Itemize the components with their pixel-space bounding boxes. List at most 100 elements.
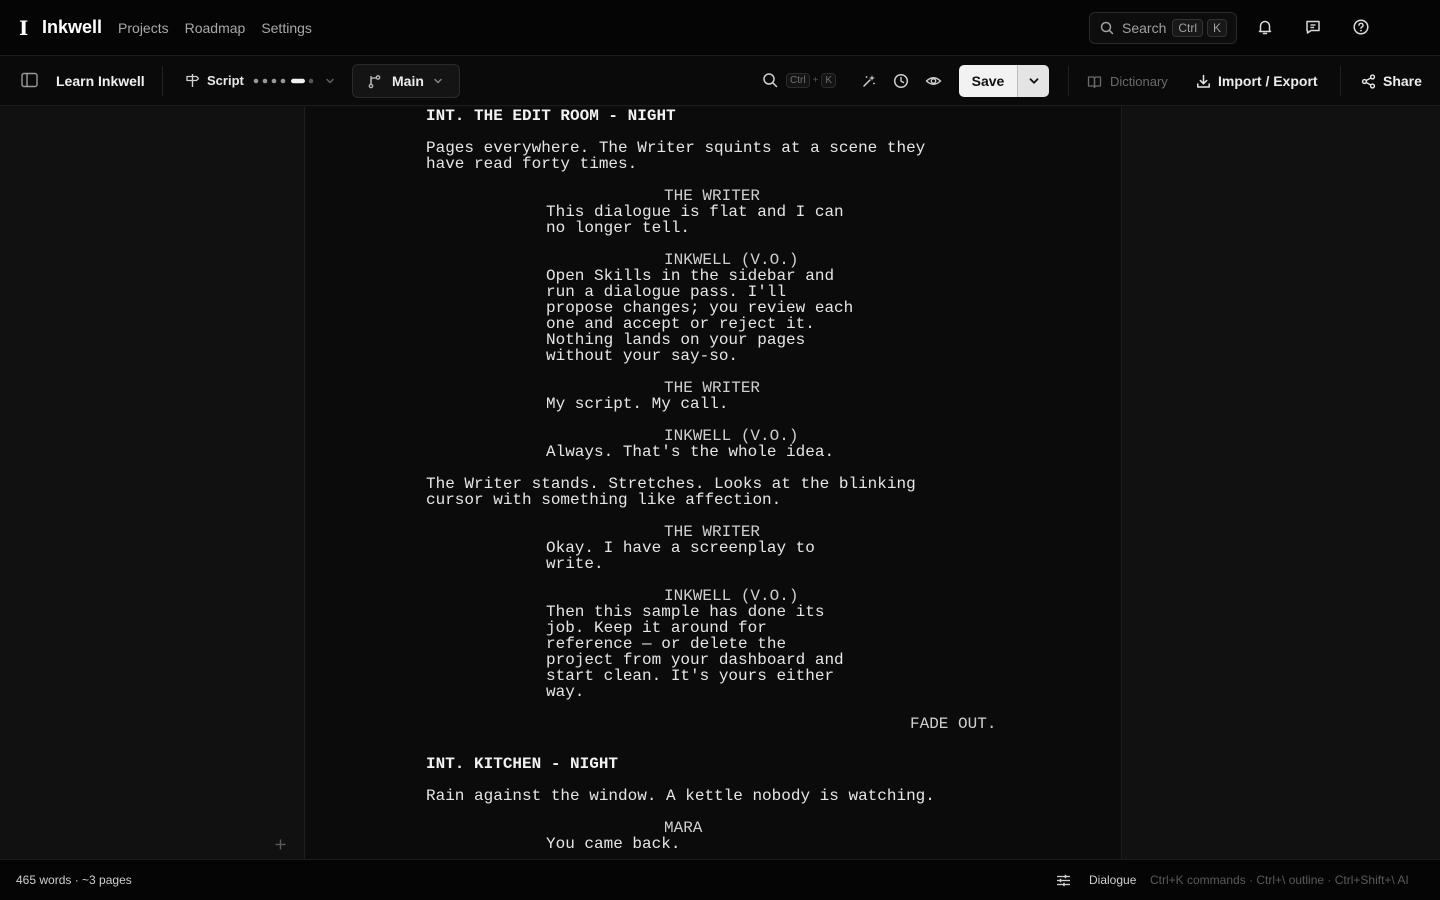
action-line[interactable]: Pages everywhere. The Writer squints at …	[426, 140, 966, 172]
find-button[interactable]: Ctrl + K	[762, 72, 837, 88]
scene-heading[interactable]: INT. KITCHEN - NIGHT	[426, 756, 1026, 772]
save-button[interactable]: Save	[959, 65, 1017, 97]
branch-selector[interactable]: Main	[352, 64, 460, 98]
app-logo[interactable]: I Inkwell	[19, 16, 102, 40]
add-element-button[interactable]	[274, 838, 287, 851]
scene-heading[interactable]: INT. THE EDIT ROOM - NIGHT	[426, 108, 1026, 124]
chevron-down-icon	[433, 76, 443, 86]
book-icon	[1087, 75, 1102, 89]
message-icon	[1304, 18, 1322, 36]
dialogue-line[interactable]: Okay. I have a screenplay to write.	[426, 540, 881, 572]
format-settings-button[interactable]	[1056, 874, 1071, 887]
editor-toolbar: Learn Inkwell Script Main Ctrl + K Save …	[0, 56, 1440, 106]
main-nav: Projects Roadmap Settings	[118, 20, 312, 36]
import-export-button[interactable]: Import / Export	[1196, 73, 1318, 89]
share-icon	[1361, 73, 1376, 89]
element-mode[interactable]: Dialogue	[1089, 873, 1136, 887]
import-export-label: Import / Export	[1218, 73, 1318, 89]
clock-icon	[893, 73, 909, 89]
dictionary-label: Dictionary	[1110, 74, 1168, 89]
character-cue[interactable]: THE WRITER	[426, 380, 1026, 396]
save-options-button[interactable]	[1017, 65, 1049, 97]
toolbar-divider	[1340, 66, 1341, 96]
dialogue-line[interactable]: You came back.	[426, 836, 881, 852]
nav-settings[interactable]: Settings	[261, 20, 312, 36]
line-spacer	[426, 732, 1026, 756]
character-cue[interactable]: THE WRITER	[426, 524, 1026, 540]
find-kbd-k: K	[821, 72, 837, 88]
action-line[interactable]: The Writer stands. Stretches. Looks at t…	[426, 476, 966, 508]
right-gutter	[1123, 107, 1440, 859]
word-count: 465 words · ~3 pages	[16, 873, 132, 887]
nav-projects[interactable]: Projects	[118, 20, 169, 36]
project-title[interactable]: Learn Inkwell	[56, 73, 145, 89]
script-selector[interactable]: Script	[185, 73, 335, 88]
editor-area: INT. THE EDIT ROOM - NIGHT Pages everywhe…	[0, 107, 1440, 859]
character-cue[interactable]: INKWELL (V.O.)	[426, 588, 1026, 604]
toolbar-divider	[162, 66, 163, 96]
script-page[interactable]: INT. THE EDIT ROOM - NIGHT Pages everywhe…	[306, 107, 1122, 859]
line-spacer	[426, 236, 1026, 252]
line-spacer	[426, 700, 1026, 716]
line-spacer	[426, 772, 1026, 788]
sliders-icon	[1056, 874, 1071, 887]
sparkle-icon	[861, 73, 877, 89]
search-kbd-k: K	[1207, 19, 1228, 37]
feedback-button[interactable]	[1302, 16, 1324, 38]
chevron-down-icon	[1028, 75, 1040, 87]
left-gutter	[0, 107, 305, 859]
nav-roadmap[interactable]: Roadmap	[185, 20, 246, 36]
line-spacer	[426, 124, 1026, 140]
sidebar-icon	[21, 72, 38, 88]
toolbar-divider	[1068, 66, 1069, 96]
progress-dots-icon	[253, 77, 319, 85]
chevron-down-icon	[325, 76, 335, 86]
save-button-group: Save	[959, 65, 1049, 97]
search-icon	[1100, 21, 1114, 35]
toggle-sidebar-button[interactable]	[21, 72, 38, 88]
dialogue-line[interactable]: Open Skills in the sidebar and run a dia…	[426, 268, 881, 364]
app-name: Inkwell	[42, 17, 103, 37]
script-label: Script	[207, 73, 244, 88]
global-search[interactable]: Search Ctrl K	[1089, 12, 1237, 44]
history-button[interactable]	[893, 73, 909, 89]
share-label: Share	[1383, 73, 1422, 89]
preview-button[interactable]	[925, 73, 942, 89]
line-spacer	[426, 460, 1026, 476]
dictionary-button[interactable]: Dictionary	[1087, 74, 1168, 89]
action-line[interactable]: Rain against the window. A kettle nobody…	[426, 788, 966, 804]
line-spacer	[426, 412, 1026, 428]
ai-sparkle-button[interactable]	[861, 73, 877, 89]
dialogue-line[interactable]: This dialogue is flat and I can no longe…	[426, 204, 881, 236]
download-icon	[1196, 74, 1211, 89]
character-cue[interactable]: THE WRITER	[426, 188, 1026, 204]
line-spacer	[426, 364, 1026, 380]
notifications-button[interactable]	[1254, 16, 1276, 38]
character-cue[interactable]: INKWELL (V.O.)	[426, 252, 1026, 268]
character-cue[interactable]: MARA	[426, 820, 1026, 836]
bell-icon	[1256, 18, 1274, 36]
top-bar: I Inkwell Projects Roadmap Settings Sear…	[0, 0, 1440, 56]
dialogue-line[interactable]: My script. My call.	[426, 396, 881, 412]
git-branch-icon	[367, 74, 382, 89]
search-label: Search	[1122, 20, 1167, 36]
line-spacer	[426, 804, 1026, 820]
character-cue[interactable]: INKWELL (V.O.)	[426, 428, 1026, 444]
line-spacer	[426, 172, 1026, 188]
help-button[interactable]	[1350, 16, 1372, 38]
branch-label: Main	[392, 73, 424, 89]
eye-icon	[925, 73, 942, 89]
help-icon	[1352, 18, 1370, 36]
transition-line[interactable]: FADE OUT.	[426, 716, 1026, 732]
search-kbd-ctrl: Ctrl	[1172, 19, 1204, 37]
find-kbd-plus: +	[812, 74, 819, 86]
dialogue-line[interactable]: Then this sample has done its job. Keep …	[426, 604, 881, 700]
logo-mark: I	[19, 15, 29, 40]
line-spacer	[426, 508, 1026, 524]
signpost-icon	[185, 73, 200, 88]
share-button[interactable]: Share	[1361, 73, 1422, 89]
screenplay-text[interactable]: INT. THE EDIT ROOM - NIGHT Pages everywhe…	[426, 108, 1026, 852]
plus-icon	[274, 838, 287, 851]
dialogue-line[interactable]: Always. That's the whole idea.	[426, 444, 881, 460]
find-kbd-ctrl: Ctrl	[786, 72, 810, 88]
